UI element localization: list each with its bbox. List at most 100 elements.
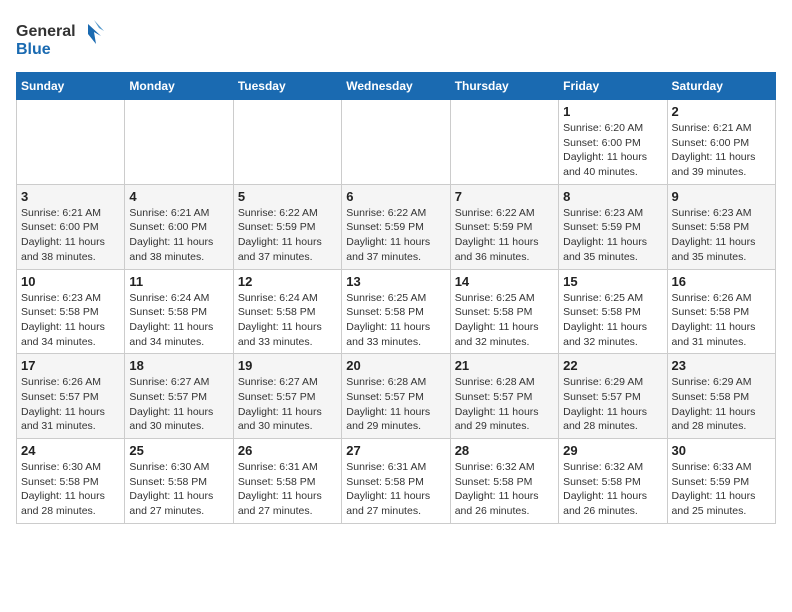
logo-svg: GeneralBlue bbox=[16, 16, 116, 60]
calendar-cell: 12Sunrise: 6:24 AM Sunset: 5:58 PM Dayli… bbox=[233, 269, 341, 354]
day-info: Sunrise: 6:27 AM Sunset: 5:57 PM Dayligh… bbox=[129, 375, 228, 434]
day-number: 3 bbox=[21, 189, 120, 204]
day-info: Sunrise: 6:32 AM Sunset: 5:58 PM Dayligh… bbox=[455, 460, 554, 519]
calendar-cell: 27 Sunrise: 6:31 AM Sunset: 5:58 PM Dayli… bbox=[342, 439, 450, 524]
day-info: Sunrise: 6:26 AM Sunset: 5:58 PM Dayligh… bbox=[672, 291, 771, 350]
calendar-cell: 8Sunrise: 6:23 AM Sunset: 5:59 PM Daylig… bbox=[559, 184, 667, 269]
day-info: Sunrise: 6:30 AM Sunset: 5:58 PM Dayligh… bbox=[129, 460, 228, 519]
day-number: 25 bbox=[129, 443, 228, 458]
day-info: Sunrise: 6:27 AM Sunset: 5:57 PM Dayligh… bbox=[238, 375, 337, 434]
day-info: Sunrise: 6:23 AM Sunset: 5:58 PM Dayligh… bbox=[21, 291, 120, 350]
day-number: 22 bbox=[563, 358, 662, 373]
day-number: 28 bbox=[455, 443, 554, 458]
day-info: Sunrise: 6:30 AM Sunset: 5:58 PM Dayligh… bbox=[21, 460, 120, 519]
day-number: 7 bbox=[455, 189, 554, 204]
calendar-week-2: 3 Sunrise: 6:21 AM Sunset: 6:00 PM Daylig… bbox=[17, 184, 776, 269]
day-number: 24 bbox=[21, 443, 120, 458]
calendar-cell: 21 Sunrise: 6:28 AM Sunset: 5:57 PM Dayli… bbox=[450, 354, 558, 439]
calendar-header-thursday: Thursday bbox=[450, 73, 558, 100]
calendar-cell: 15 Sunrise: 6:25 AM Sunset: 5:58 PM Dayli… bbox=[559, 269, 667, 354]
day-number: 26 bbox=[238, 443, 337, 458]
day-number: 19 bbox=[238, 358, 337, 373]
day-number: 15 bbox=[563, 274, 662, 289]
day-number: 10 bbox=[21, 274, 120, 289]
calendar-cell: 3Sunrise: 6:21 AM Sunset: 6:00 PM Daylig… bbox=[17, 184, 125, 269]
svg-text:General: General bbox=[16, 23, 76, 40]
calendar-cell bbox=[233, 100, 341, 185]
day-number: 6 bbox=[346, 189, 445, 204]
logo: GeneralBlue bbox=[16, 16, 116, 60]
calendar-header-row: SundayMondayTuesdayWednesdayThursdayFrid… bbox=[17, 73, 776, 100]
calendar-week-1: 1 Sunrise: 6:20 AM Sunset: 6:00 PM Daylig… bbox=[17, 100, 776, 185]
day-number: 20 bbox=[346, 358, 445, 373]
day-info: Sunrise: 6:26 AM Sunset: 5:57 PM Dayligh… bbox=[21, 375, 120, 434]
day-info: Sunrise: 6:28 AM Sunset: 5:57 PM Dayligh… bbox=[346, 375, 445, 434]
calendar-cell: 28 Sunrise: 6:32 AM Sunset: 5:58 PM Dayli… bbox=[450, 439, 558, 524]
calendar-header-saturday: Saturday bbox=[667, 73, 775, 100]
day-number: 23 bbox=[672, 358, 771, 373]
day-info: Sunrise: 6:23 AM Sunset: 5:58 PM Dayligh… bbox=[672, 206, 771, 265]
calendar-cell bbox=[342, 100, 450, 185]
day-number: 27 bbox=[346, 443, 445, 458]
calendar-cell: 30Sunrise: 6:33 AM Sunset: 5:59 PM Dayli… bbox=[667, 439, 775, 524]
day-number: 18 bbox=[129, 358, 228, 373]
svg-text:Blue: Blue bbox=[16, 41, 51, 58]
calendar-cell: 24 Sunrise: 6:30 AM Sunset: 5:58 PM Dayli… bbox=[17, 439, 125, 524]
calendar-cell: 23 Sunrise: 6:29 AM Sunset: 5:58 PM Dayli… bbox=[667, 354, 775, 439]
calendar-cell: 9Sunrise: 6:23 AM Sunset: 5:58 PM Daylig… bbox=[667, 184, 775, 269]
day-info: Sunrise: 6:21 AM Sunset: 6:00 PM Dayligh… bbox=[129, 206, 228, 265]
calendar-cell: 16 Sunrise: 6:26 AM Sunset: 5:58 PM Dayli… bbox=[667, 269, 775, 354]
calendar-cell bbox=[125, 100, 233, 185]
calendar-cell: 26Sunrise: 6:31 AM Sunset: 5:58 PM Dayli… bbox=[233, 439, 341, 524]
day-number: 4 bbox=[129, 189, 228, 204]
day-number: 1 bbox=[563, 104, 662, 119]
calendar-cell: 7Sunrise: 6:22 AM Sunset: 5:59 PM Daylig… bbox=[450, 184, 558, 269]
day-info: Sunrise: 6:24 AM Sunset: 5:58 PM Dayligh… bbox=[129, 291, 228, 350]
calendar-cell: 25 Sunrise: 6:30 AM Sunset: 5:58 PM Dayli… bbox=[125, 439, 233, 524]
day-number: 13 bbox=[346, 274, 445, 289]
day-number: 2 bbox=[672, 104, 771, 119]
day-number: 11 bbox=[129, 274, 228, 289]
day-info: Sunrise: 6:25 AM Sunset: 5:58 PM Dayligh… bbox=[346, 291, 445, 350]
day-info: Sunrise: 6:31 AM Sunset: 5:58 PM Dayligh… bbox=[346, 460, 445, 519]
calendar-cell: 5 Sunrise: 6:22 AM Sunset: 5:59 PM Daylig… bbox=[233, 184, 341, 269]
day-info: Sunrise: 6:29 AM Sunset: 5:57 PM Dayligh… bbox=[563, 375, 662, 434]
day-number: 8 bbox=[563, 189, 662, 204]
calendar-header-friday: Friday bbox=[559, 73, 667, 100]
calendar-header-monday: Monday bbox=[125, 73, 233, 100]
calendar-cell: 4 Sunrise: 6:21 AM Sunset: 6:00 PM Daylig… bbox=[125, 184, 233, 269]
calendar-cell: 10 Sunrise: 6:23 AM Sunset: 5:58 PM Dayli… bbox=[17, 269, 125, 354]
day-info: Sunrise: 6:25 AM Sunset: 5:58 PM Dayligh… bbox=[563, 291, 662, 350]
day-number: 17 bbox=[21, 358, 120, 373]
day-info: Sunrise: 6:21 AM Sunset: 6:00 PM Dayligh… bbox=[672, 121, 771, 180]
calendar-cell: 18 Sunrise: 6:27 AM Sunset: 5:57 PM Dayli… bbox=[125, 354, 233, 439]
day-number: 21 bbox=[455, 358, 554, 373]
calendar-header-tuesday: Tuesday bbox=[233, 73, 341, 100]
calendar-cell bbox=[450, 100, 558, 185]
calendar-cell bbox=[17, 100, 125, 185]
calendar-cell: 2 Sunrise: 6:21 AM Sunset: 6:00 PM Daylig… bbox=[667, 100, 775, 185]
calendar-cell: 20 Sunrise: 6:28 AM Sunset: 5:57 PM Dayli… bbox=[342, 354, 450, 439]
day-info: Sunrise: 6:20 AM Sunset: 6:00 PM Dayligh… bbox=[563, 121, 662, 180]
day-number: 5 bbox=[238, 189, 337, 204]
calendar-header-wednesday: Wednesday bbox=[342, 73, 450, 100]
day-info: Sunrise: 6:22 AM Sunset: 5:59 PM Dayligh… bbox=[238, 206, 337, 265]
day-info: Sunrise: 6:32 AM Sunset: 5:58 PM Dayligh… bbox=[563, 460, 662, 519]
calendar-cell: 14Sunrise: 6:25 AM Sunset: 5:58 PM Dayli… bbox=[450, 269, 558, 354]
calendar-cell: 19 Sunrise: 6:27 AM Sunset: 5:57 PM Dayli… bbox=[233, 354, 341, 439]
calendar-cell: 6 Sunrise: 6:22 AM Sunset: 5:59 PM Daylig… bbox=[342, 184, 450, 269]
calendar-cell: 11 Sunrise: 6:24 AM Sunset: 5:58 PM Dayli… bbox=[125, 269, 233, 354]
day-info: Sunrise: 6:22 AM Sunset: 5:59 PM Dayligh… bbox=[346, 206, 445, 265]
day-number: 16 bbox=[672, 274, 771, 289]
calendar-week-5: 24 Sunrise: 6:30 AM Sunset: 5:58 PM Dayli… bbox=[17, 439, 776, 524]
day-info: Sunrise: 6:25 AM Sunset: 5:58 PM Dayligh… bbox=[455, 291, 554, 350]
calendar-header-sunday: Sunday bbox=[17, 73, 125, 100]
day-number: 30 bbox=[672, 443, 771, 458]
day-info: Sunrise: 6:29 AM Sunset: 5:58 PM Dayligh… bbox=[672, 375, 771, 434]
day-info: Sunrise: 6:28 AM Sunset: 5:57 PM Dayligh… bbox=[455, 375, 554, 434]
day-info: Sunrise: 6:24 AM Sunset: 5:58 PM Dayligh… bbox=[238, 291, 337, 350]
day-number: 29 bbox=[563, 443, 662, 458]
calendar: SundayMondayTuesdayWednesdayThursdayFrid… bbox=[16, 72, 776, 524]
calendar-cell: 13 Sunrise: 6:25 AM Sunset: 5:58 PM Dayli… bbox=[342, 269, 450, 354]
calendar-week-3: 10 Sunrise: 6:23 AM Sunset: 5:58 PM Dayli… bbox=[17, 269, 776, 354]
